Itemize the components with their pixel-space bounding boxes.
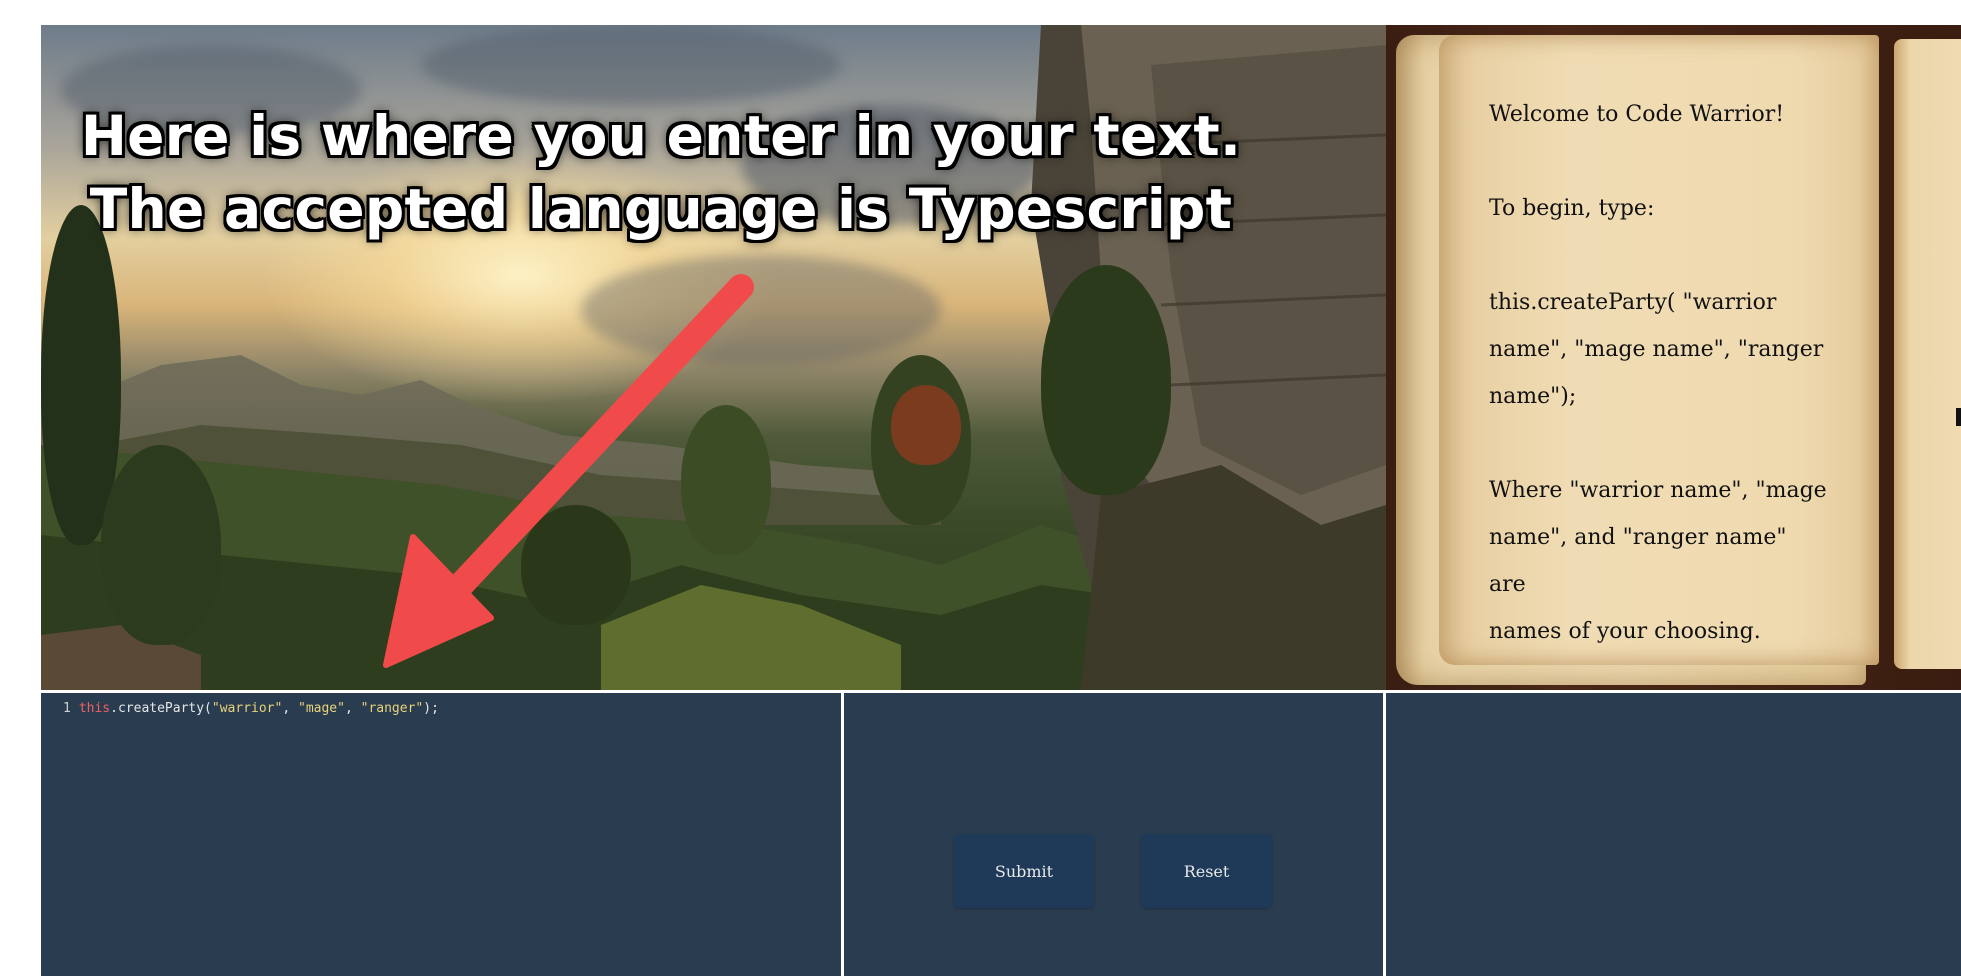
book-line: names of your choosing.: [1489, 619, 1761, 644]
code-separator: ,: [282, 701, 298, 716]
page-edge-mark: [1956, 408, 1961, 426]
game-scene: Here is where you enter in your text. Th…: [41, 25, 1386, 690]
book-line: Welcome to Code Warrior!: [1489, 102, 1785, 127]
code-call: .createParty(: [110, 701, 212, 716]
code-line[interactable]: 1 this.createParty("warrior", "mage", "ra…: [63, 701, 439, 716]
code-string: "mage": [298, 701, 345, 716]
instruction-line-1: Here is where you enter in your text.: [80, 104, 1242, 168]
code-string: "ranger": [360, 701, 424, 716]
code-separator: ,: [344, 701, 361, 716]
line-number: 1: [63, 701, 71, 716]
instruction-overlay: Here is where you enter in your text. Th…: [61, 100, 1261, 246]
reset-button[interactable]: Reset: [1141, 834, 1272, 908]
submit-button[interactable]: Submit: [954, 834, 1094, 908]
book-page-right: [1894, 39, 1961, 669]
book-text: Welcome to Code Warrior! To begin, type:…: [1489, 91, 1829, 655]
code-keyword: this: [78, 701, 111, 716]
book-line: name", "mage name", "ranger: [1489, 337, 1824, 362]
book-line: name");: [1489, 384, 1577, 409]
code-string: "warrior": [211, 701, 283, 716]
book-line: Where "warrior name", "mage: [1489, 478, 1827, 503]
code-editor[interactable]: 1 this.createParty("warrior", "mage", "ra…: [41, 693, 841, 976]
book-line: this.createParty( "warrior: [1489, 290, 1777, 315]
book-line: To begin, type:: [1489, 196, 1655, 221]
code-end: );: [423, 701, 439, 716]
app-frame: Here is where you enter in your text. Th…: [41, 25, 1961, 976]
controls-panel: Submit Reset: [844, 693, 1383, 976]
instruction-line-2: The accepted language is Typescript: [89, 177, 1233, 241]
book-line: name", and "ranger name" are: [1489, 525, 1787, 597]
output-panel: [1386, 693, 1961, 976]
